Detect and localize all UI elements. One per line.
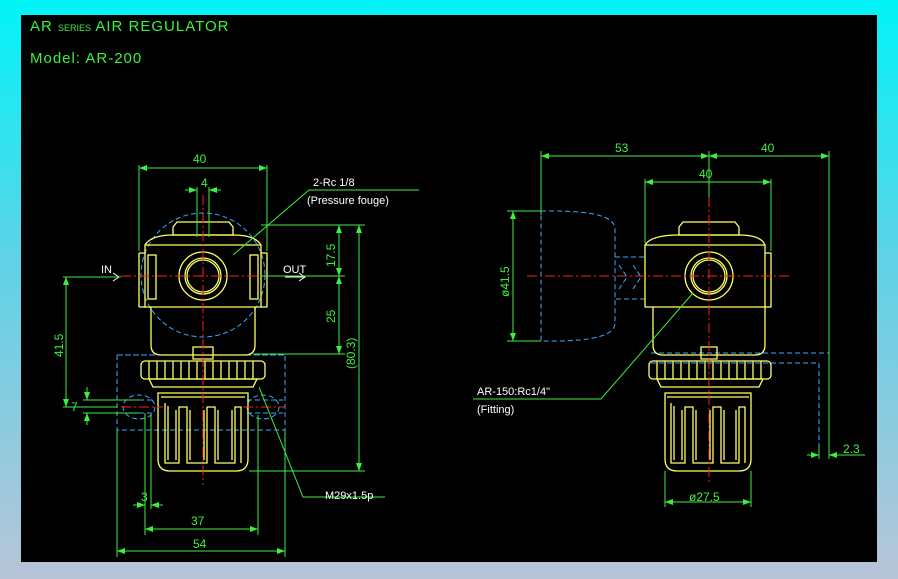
knob-diameter: ø27.5 — [689, 490, 720, 504]
left-centerlines — [103, 195, 289, 485]
in-port-label: IN — [101, 264, 112, 276]
thread-label: M29x1.5p — [325, 490, 373, 502]
out-port-label: OUT — [283, 264, 307, 276]
dim-2-3: 2.3 — [843, 442, 860, 456]
regulator-drawing: IN OUT 40 4 2-Rc 1/8 (Pressure fouge) 17… — [52, 141, 865, 557]
dim-54: 54 — [193, 537, 207, 551]
dim-7: 7 — [71, 400, 78, 414]
right-view: 53 40 40 ø41.5 AR-150:Rc1/4" (Fitting) ø… — [473, 141, 865, 507]
flow-arrows — [99, 272, 306, 282]
gauge-port-sublabel: (Pressure fouge) — [307, 195, 389, 207]
dim-40-outer: 40 — [761, 141, 775, 155]
dim-25: 25 — [324, 309, 338, 323]
dim-80-3: (80.3) — [344, 338, 358, 369]
dim-3: 3 — [141, 490, 148, 504]
dim-37: 37 — [191, 514, 205, 528]
fitting-label: AR-150:Rc1/4" — [477, 386, 550, 398]
left-view: IN OUT 40 4 2-Rc 1/8 (Pressure fouge) 17… — [52, 152, 419, 557]
gauge-diameter: ø41.5 — [498, 266, 512, 297]
right-body — [644, 221, 772, 472]
right-dimensions — [473, 151, 865, 507]
dim-41-5: 41.5 — [52, 333, 66, 357]
dim-port-spacing-4: 4 — [201, 176, 208, 190]
dim-40-inner: 40 — [699, 167, 713, 181]
gauge-port-label: 2-Rc 1/8 — [313, 177, 355, 189]
dim-17-5: 17.5 — [324, 243, 338, 267]
fitting-sublabel: (Fitting) — [477, 404, 514, 416]
cad-drawing-canvas[interactable]: AR SERIES AIR REGULATOR Model: AR-200 IN… — [21, 15, 877, 562]
dim-53: 53 — [615, 141, 629, 155]
dim-width-40: 40 — [193, 152, 207, 166]
